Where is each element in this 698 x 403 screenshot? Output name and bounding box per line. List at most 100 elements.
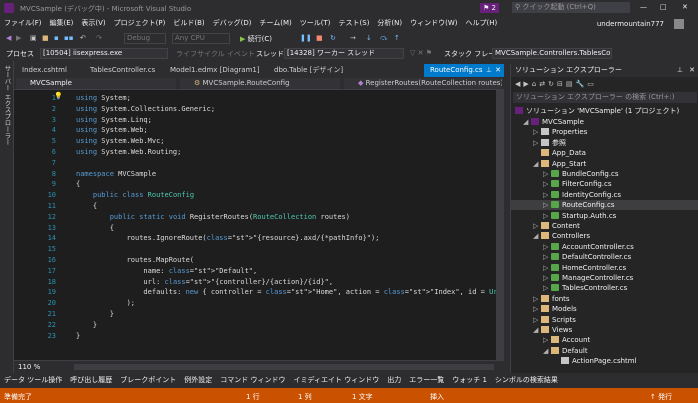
tab-error-list[interactable]: エラー一覧 (405, 373, 448, 388)
expander-icon[interactable]: ▷ (543, 179, 551, 189)
tab-output[interactable]: 出力 (383, 373, 405, 388)
code-line[interactable]: } (76, 310, 114, 318)
expander-icon[interactable]: ▷ (543, 335, 551, 345)
code-line[interactable]: public static void RegisterRoutes(RouteC… (76, 213, 350, 221)
expander-icon[interactable]: ▷ (533, 315, 541, 325)
menu-build[interactable]: ビルド(B) (169, 16, 208, 31)
tree-node[interactable]: ▷ TablesController.cs (511, 283, 698, 293)
menu-help[interactable]: ヘルプ(H) (462, 16, 502, 31)
forward-icon[interactable]: ▶ (16, 34, 21, 42)
expander-icon[interactable]: ▷ (533, 221, 541, 231)
show-next-statement-icon[interactable]: → (350, 34, 356, 42)
quick-launch-input[interactable]: ⚲ クイック起動 (Ctrl+Q) (512, 2, 630, 13)
tab-command-window[interactable]: コマンド ウィンドウ (216, 373, 289, 388)
menu-team[interactable]: チーム(M) (255, 16, 295, 31)
continue-button[interactable]: ▶ 続行(C) (240, 34, 272, 44)
tree-node[interactable]: ◢ Default (511, 346, 698, 356)
tree-node[interactable]: ▷ IdentityConfig.cs (511, 190, 698, 200)
project-dropdown[interactable]: MVCSample (16, 78, 176, 89)
code-line[interactable]: url: class="st">"{controller}/{action}/{… (76, 278, 333, 286)
code-line[interactable]: } (76, 321, 97, 329)
code-line[interactable]: using System; (76, 94, 131, 102)
code-line[interactable]: ); (76, 299, 135, 307)
tree-node[interactable]: ▷ RouteConfig.cs (511, 200, 698, 211)
code-editor[interactable]: 💡 1 using System; 2 using System.Collection… (14, 90, 504, 360)
expander-icon[interactable]: ◢ (533, 231, 541, 241)
tree-node[interactable]: ActionPage.cshtml (511, 356, 698, 366)
expander-icon[interactable]: ▷ (543, 263, 551, 273)
forward-icon[interactable]: ▶ (523, 80, 531, 88)
tab-breakpoints[interactable]: ブレークポイント (116, 373, 180, 388)
open-icon[interactable]: ■ (42, 34, 49, 42)
user-name[interactable]: undermountain777 (597, 20, 664, 28)
tab-exception-settings[interactable]: 例外設定 (180, 373, 216, 388)
zoom-select[interactable]: 110 % (18, 363, 40, 371)
tree-node[interactable]: ▷ Content (511, 221, 698, 231)
back-icon[interactable]: ◀ (6, 34, 11, 42)
code-line[interactable]: } (76, 332, 80, 340)
tree-node[interactable]: ◢ Controllers (511, 231, 698, 241)
code-line[interactable]: routes.MapRoute( (76, 256, 194, 264)
collapse-all-icon[interactable]: ⊟ (557, 80, 566, 88)
code-line[interactable]: using System.Web.Mvc; (76, 137, 165, 145)
tree-node[interactable]: ▷ AccountController.cs (511, 242, 698, 252)
process-select[interactable]: [10504] iisexpress.exe (40, 48, 168, 59)
tab-data-tools[interactable]: データ ツール操作 (0, 373, 66, 388)
tab-index-cshtml[interactable]: Index.cshtml (16, 64, 73, 77)
code-line[interactable]: namespace MVCSample (76, 170, 156, 178)
expander-icon[interactable]: ▷ (543, 169, 551, 179)
lifecycle-events-button[interactable]: ライフサイクル イベント (176, 49, 255, 59)
stop-icon[interactable]: ■ (316, 34, 323, 42)
expander-icon[interactable]: ▷ (533, 294, 541, 304)
filter-icon[interactable]: ▽ ✕ ⚑ (410, 49, 432, 57)
close-panel-icon[interactable]: ✕ (689, 64, 695, 77)
step-out-icon[interactable]: ↑ (394, 34, 400, 42)
tab-immediate-window[interactable]: イミディエイト ウィンドウ (289, 373, 383, 388)
menu-test[interactable]: テスト(S) (335, 16, 374, 31)
properties-icon[interactable]: 🔧 (575, 80, 587, 88)
stack-frame-select[interactable]: MVCSample.Controllers.TablesController.E… (492, 48, 612, 59)
expander-icon[interactable]: ◢ (523, 117, 531, 127)
code-line[interactable]: { (76, 180, 80, 188)
tree-node[interactable]: ▷ 参照 (511, 138, 698, 148)
tree-node[interactable]: ◢ Views (511, 325, 698, 335)
tree-node[interactable]: ▷ Models (511, 304, 698, 314)
tree-node[interactable]: ▷ Account (511, 335, 698, 345)
expander-icon[interactable]: ▷ (543, 242, 551, 252)
menu-file[interactable]: ファイル(F) (0, 16, 46, 31)
expander-icon[interactable]: ◢ (533, 325, 541, 335)
expander-icon[interactable]: ▷ (533, 127, 541, 137)
code-line[interactable]: using System.Web.Routing; (76, 148, 181, 156)
minimize-button[interactable]: — (640, 3, 647, 11)
pin-icon[interactable]: ⊥ (486, 64, 492, 77)
tree-node[interactable]: ▷ FilterConfig.cs (511, 179, 698, 189)
expander-icon[interactable]: ◢ (543, 346, 551, 356)
solution-search-input[interactable]: ソリューション エクスプローラー の検索 (Ctrl+:) (513, 92, 697, 103)
menu-project[interactable]: プロジェクト(P) (110, 16, 170, 31)
expander-icon[interactable]: ▷ (543, 190, 551, 200)
code-line[interactable]: name: class="st">"Default", (76, 267, 257, 275)
redo-icon[interactable]: ↷ (96, 34, 102, 42)
tree-node[interactable]: ▷ Scripts (511, 315, 698, 325)
step-over-icon[interactable]: ⤼ (380, 34, 387, 43)
code-line[interactable]: routes.IgnoreRoute(class="st">"{resource… (76, 234, 380, 242)
new-project-icon[interactable]: ▣ (30, 34, 37, 42)
tree-node[interactable]: ▷ BundleConfig.cs (511, 169, 698, 179)
publish-button[interactable]: ↑ 発行 (650, 392, 672, 402)
menu-view[interactable]: 表示(V) (77, 16, 109, 31)
server-explorer-tab[interactable]: サーバー エクスプローラー (0, 61, 12, 145)
tab-route-config[interactable]: RouteConfig.cs ⊥ ✕ (424, 64, 504, 77)
code-line[interactable]: using System.Linq; (76, 116, 152, 124)
solution-root[interactable]: ソリューション 'MVCSample' (1 プロジェクト) (515, 106, 679, 116)
pause-icon[interactable]: ❚❚ (300, 34, 312, 42)
code-line[interactable]: using System.Collections.Generic; (76, 105, 215, 113)
expander-icon[interactable]: ▷ (543, 200, 551, 210)
tab-tables-controller[interactable]: TablesController.cs (84, 64, 161, 77)
tab-watch-1[interactable]: ウォッチ 1 (448, 373, 491, 388)
class-dropdown[interactable]: ⚙ MVCSample.RouteConfig (180, 78, 340, 89)
expander-icon[interactable]: ▷ (543, 283, 551, 293)
expander-icon[interactable]: ▷ (533, 138, 541, 148)
tree-node[interactable]: ▷ ManageController.cs (511, 273, 698, 283)
editor-vertical-scrollbar[interactable] (496, 90, 504, 360)
tree-node[interactable]: ▷ fonts (511, 294, 698, 304)
